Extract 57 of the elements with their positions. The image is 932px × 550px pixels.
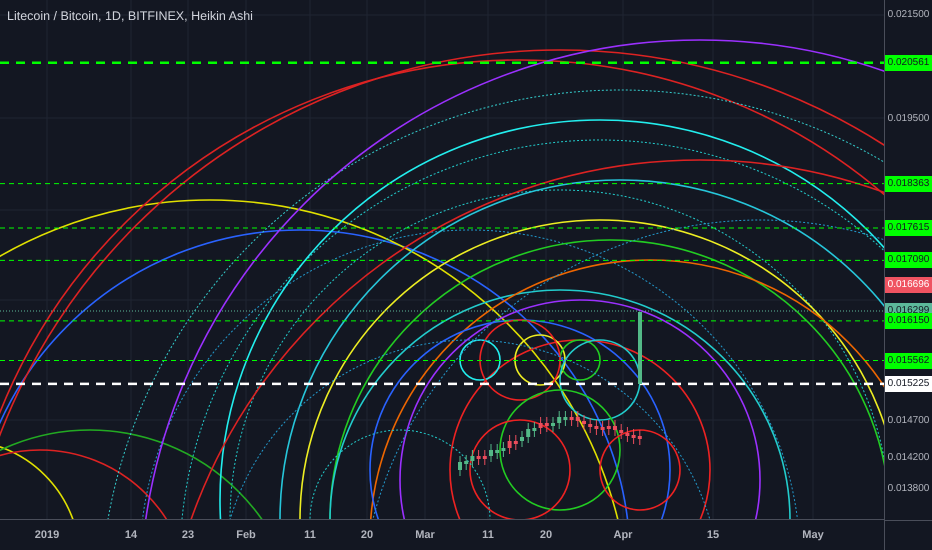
candle (638, 312, 642, 384)
candle (576, 410, 580, 428)
price-level-label: 0.020561 (885, 54, 932, 71)
candle (563, 410, 568, 426)
time-axis-label: 11 (482, 529, 494, 541)
candle (526, 422, 530, 444)
price-axis-label: 0.014200 (886, 451, 930, 466)
price-level-label: 0.015225 (885, 376, 932, 392)
candle (594, 420, 598, 436)
candle (458, 456, 462, 476)
price-level-label: 0.016696 (885, 277, 932, 294)
candle (551, 416, 555, 432)
candle (482, 450, 487, 466)
candle (557, 410, 562, 430)
time-axis-label: 20 (540, 529, 552, 541)
time-axis-label: 2019 (34, 529, 60, 541)
candle (588, 418, 592, 434)
chart-title: Litecoin / Bitcoin, 1D, BITFINEX, Heikin Ashi (7, 9, 253, 23)
candle (514, 434, 518, 450)
candle (570, 410, 574, 426)
candle (538, 416, 543, 434)
price-axis-label: 0.014700 (886, 414, 930, 428)
price-level-label: 0.018363 (885, 176, 932, 192)
candle (582, 414, 586, 430)
candle (625, 426, 630, 442)
time-axis-label: May (802, 529, 824, 541)
candle (632, 428, 636, 444)
candle (464, 454, 468, 470)
candle (476, 450, 481, 466)
time-axis-label: Mar (415, 529, 435, 541)
candle (489, 444, 493, 462)
candle (638, 430, 642, 446)
time-axis-label: 14 (124, 529, 138, 541)
candle (532, 422, 536, 438)
price-axis-label: 0.021500 (886, 8, 930, 22)
candle (606, 420, 611, 436)
time-axis-label: 20 (360, 529, 374, 541)
candle (495, 444, 500, 460)
time-axis-label: 11 (304, 529, 316, 541)
price-level-label: 0.016150 (885, 312, 932, 329)
candle (600, 420, 605, 436)
price-level-label: 0.017090 (885, 252, 932, 268)
price-axis-label: 0.019500 (886, 112, 930, 126)
price-level-label: 0.015562 (885, 352, 932, 369)
time-axis-label: Apr (614, 529, 632, 541)
candle (470, 450, 474, 468)
time-axis-label: 23 (182, 529, 194, 541)
candle (508, 434, 512, 454)
candle (520, 430, 524, 448)
candle (544, 416, 549, 432)
candle (501, 442, 506, 458)
price-axis-label: 0.013800 (886, 482, 930, 496)
time-axis-label: Feb (236, 529, 256, 541)
time-axis-label: 15 (706, 529, 720, 541)
candle (613, 420, 617, 436)
candle (619, 424, 624, 440)
price-level-label: 0.017615 (885, 220, 932, 236)
